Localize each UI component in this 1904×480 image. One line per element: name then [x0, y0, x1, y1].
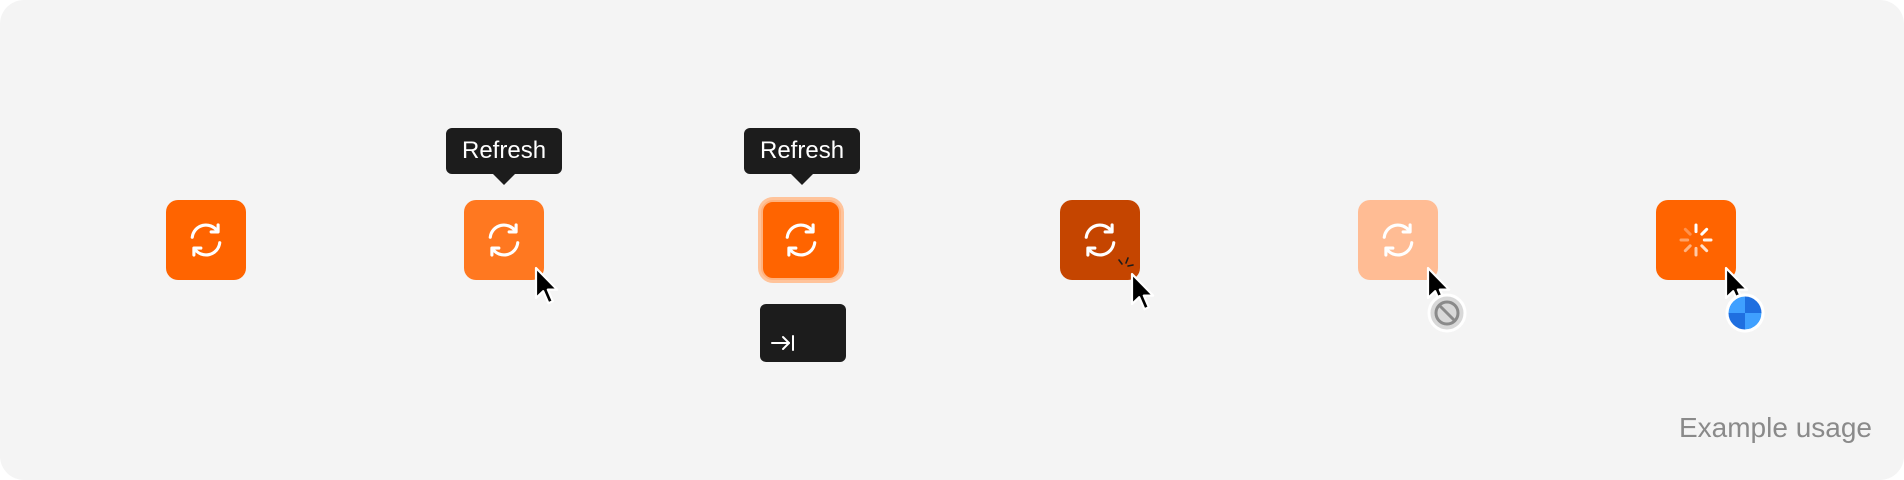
example-panel: Refresh Refresh Example usage	[0, 0, 1904, 480]
refresh-icon	[190, 223, 222, 257]
refresh-button-hover[interactable]	[464, 200, 544, 280]
refresh-icon	[488, 223, 520, 257]
refresh-button-default[interactable]	[166, 200, 246, 280]
tooltip-focus: Refresh	[744, 128, 860, 185]
tab-key-hint	[760, 304, 846, 362]
refresh-icon	[1382, 223, 1414, 257]
tab-key-icon	[771, 335, 794, 351]
arrow-cursor-icon	[1130, 272, 1155, 311]
tooltip-hover: Refresh	[446, 128, 562, 185]
progress-cursor-icon	[1725, 293, 1765, 333]
refresh-icon	[785, 223, 817, 257]
spinner-icon	[1679, 223, 1713, 257]
not-allowed-cursor-icon	[1427, 293, 1467, 333]
refresh-button-focus[interactable]	[761, 200, 841, 280]
arrow-cursor-icon	[534, 266, 559, 305]
caption: Example usage	[1678, 412, 1872, 443]
